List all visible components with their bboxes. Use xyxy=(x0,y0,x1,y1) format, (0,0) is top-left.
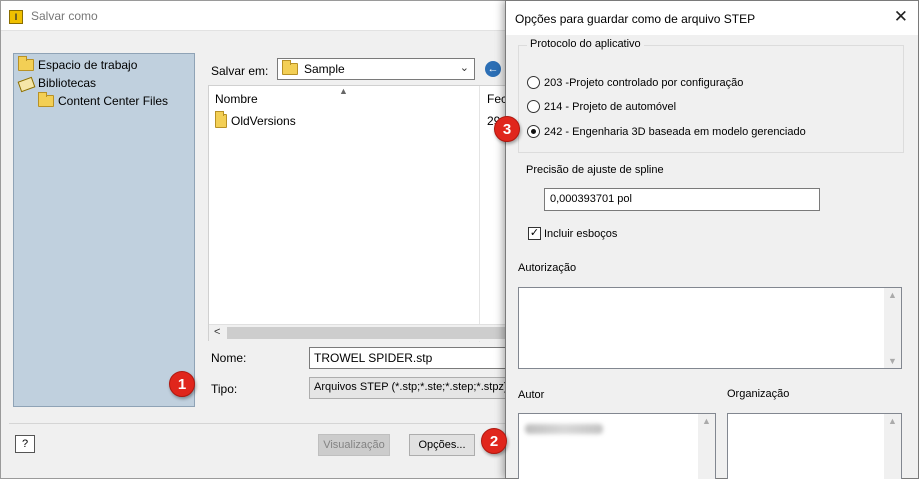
radio-button-selected[interactable] xyxy=(527,125,540,138)
save-in-dropdown[interactable]: Sample ⌄ xyxy=(277,58,475,80)
protocol-option-214[interactable]: 214 - Projeto de automóvel xyxy=(527,100,676,113)
sidebar-item-libraries[interactable]: Bibliotecas xyxy=(18,74,96,92)
include-sketches-checkbox[interactable]: ✓ xyxy=(528,227,541,240)
protocol-label: 242 - Engenharia 3D baseada em modelo ge… xyxy=(544,125,806,138)
back-arrow-icon[interactable]: ← xyxy=(485,61,501,77)
chevron-down-icon: ⌄ xyxy=(459,62,469,74)
scroll-up-icon[interactable]: ▲ xyxy=(888,416,897,426)
folder-icon xyxy=(18,56,34,71)
scroll-up-icon[interactable]: ▲ xyxy=(702,416,711,426)
help-icon[interactable]: ? xyxy=(15,435,35,453)
protocol-option-242[interactable]: 242 - Engenharia 3D baseada em modelo ge… xyxy=(527,125,806,138)
vertical-scrollbar[interactable]: ▲ xyxy=(884,414,901,479)
file-row[interactable]: OldVersions xyxy=(215,111,296,128)
radio-button[interactable] xyxy=(527,76,540,89)
protocol-label: 203 -Projeto controlado por configuração xyxy=(544,76,744,89)
spline-tolerance-input[interactable]: 0,000393701 pol xyxy=(544,188,820,211)
step-dialog-titlebar: Opções para guardar como de arquivo STEP… xyxy=(506,1,918,35)
vertical-scrollbar[interactable]: ▲ xyxy=(698,414,715,479)
save-as-window: I Salvar como Espacio de trabajo Bibliot… xyxy=(0,0,540,479)
folder-icon xyxy=(38,92,54,107)
spline-tolerance-label: Precisão de ajuste de spline xyxy=(526,164,664,176)
app-icon: I xyxy=(9,10,23,24)
save-in-value: Sample xyxy=(304,62,345,76)
scroll-left-icon[interactable]: < xyxy=(214,326,220,338)
callout-badge-2: 2 xyxy=(481,428,507,454)
sidebar-item-label: Bibliotecas xyxy=(38,76,97,90)
protocol-label: 214 - Projeto de automóvel xyxy=(544,100,677,113)
options-button[interactable]: Opções... xyxy=(409,434,475,456)
sidebar-item-content-center[interactable]: Content Center Files xyxy=(38,92,168,110)
folder-icon xyxy=(215,111,227,128)
include-sketches-label: Incluir esboços xyxy=(544,227,618,240)
step-dialog-title: Opções para guardar como de arquivo STEP xyxy=(515,12,756,26)
author-label: Autor xyxy=(518,389,545,401)
redacted-author-text xyxy=(525,424,603,434)
authorization-textarea[interactable]: ▲ ▼ xyxy=(518,287,902,369)
filename-label: Nome: xyxy=(211,351,247,365)
preview-button[interactable]: Visualização xyxy=(318,434,390,456)
step-options-dialog: Opções para guardar como de arquivo STEP… xyxy=(505,0,919,479)
authorization-label: Autorização xyxy=(518,262,577,274)
sidebar-item-workspace[interactable]: Espacio de trabajo xyxy=(18,56,137,74)
libraries-icon xyxy=(18,76,34,90)
file-list: ▲ Nombre Fech OldVersions 29 < xyxy=(208,85,518,342)
sidebar-item-label: Espacio de trabajo xyxy=(38,58,138,72)
save-as-title: Salvar como xyxy=(31,9,98,23)
vertical-scrollbar[interactable]: ▲ ▼ xyxy=(884,288,901,368)
callout-badge-3: 3 xyxy=(494,116,520,142)
scroll-down-icon[interactable]: ▼ xyxy=(888,356,897,366)
footer-divider xyxy=(9,423,539,424)
file-name: OldVersions xyxy=(231,114,296,128)
include-sketches-option[interactable]: ✓ Incluir esboços xyxy=(528,227,617,240)
column-header-name[interactable]: Nombre xyxy=(215,92,258,106)
folder-icon xyxy=(282,60,298,75)
protocol-legend: Protocolo do aplicativo xyxy=(527,38,644,50)
column-divider xyxy=(479,86,480,342)
radio-button[interactable] xyxy=(527,100,540,113)
filetype-label: Tipo: xyxy=(211,382,238,396)
horizontal-scrollbar[interactable]: < xyxy=(209,324,517,341)
author-textarea[interactable]: ▲ xyxy=(518,413,716,479)
save-as-titlebar: I Salvar como xyxy=(1,1,539,31)
scrollbar-thumb[interactable] xyxy=(227,327,517,339)
organization-label: Organização xyxy=(727,388,790,400)
save-in-label: Salvar em: xyxy=(211,64,269,78)
callout-badge-1: 1 xyxy=(169,371,195,397)
protocol-option-203[interactable]: 203 -Projeto controlado por configuração xyxy=(527,76,743,89)
filetype-select[interactable]: Arquivos STEP (*.stp;*.ste;*.step;*.stpz… xyxy=(309,377,519,399)
sidebar-item-label: Content Center Files xyxy=(58,94,169,108)
close-icon[interactable]: ✕ xyxy=(894,7,908,27)
protocol-group: Protocolo do aplicativo 203 -Projeto con… xyxy=(518,38,904,153)
organization-textarea[interactable]: ▲ xyxy=(727,413,902,479)
filename-input[interactable]: TROWEL SPIDER.stp xyxy=(309,347,519,369)
scroll-up-icon[interactable]: ▲ xyxy=(888,290,897,300)
sort-up-icon: ▲ xyxy=(339,86,348,96)
places-sidebar: Espacio de trabajo Bibliotecas Content C… xyxy=(13,53,195,407)
